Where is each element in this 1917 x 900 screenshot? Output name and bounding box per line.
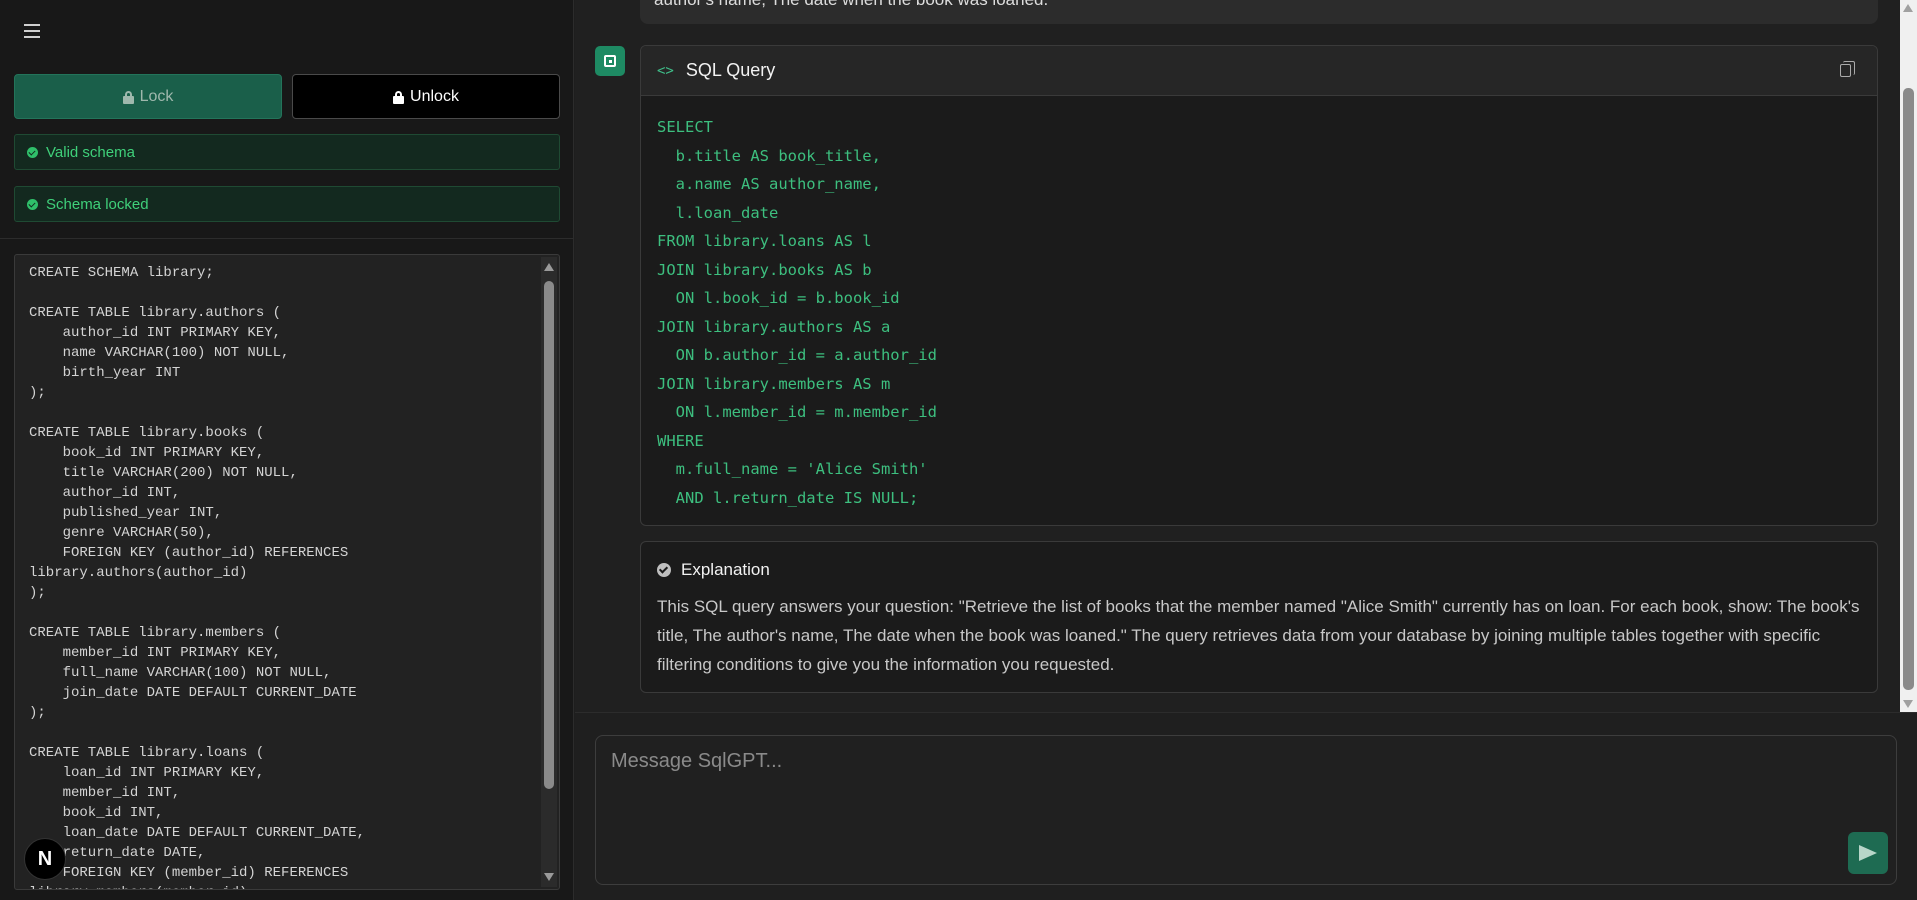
assistant-avatar bbox=[595, 46, 625, 76]
n-badge-letter: N bbox=[37, 847, 53, 870]
previous-message-text: author's name, The date when the book wa… bbox=[654, 0, 1048, 9]
scroll-up-arrow-icon[interactable] bbox=[544, 263, 554, 271]
scrollbar-thumb[interactable] bbox=[544, 281, 554, 789]
schema-editor[interactable]: CREATE SCHEMA library; CREATE TABLE libr… bbox=[14, 254, 560, 890]
sql-card-title: SQL Query bbox=[685, 60, 776, 80]
explanation-card: Explanation This SQL query answers your … bbox=[640, 541, 1878, 693]
schema-locked-status: Schema locked bbox=[14, 186, 560, 222]
send-button[interactable] bbox=[1848, 832, 1888, 874]
lock-icon bbox=[122, 90, 134, 104]
lock-button-row: Lock Unlock bbox=[14, 74, 560, 119]
menu-icon[interactable] bbox=[24, 24, 44, 40]
chat-panel: author's name, The date when the book wa… bbox=[575, 0, 1917, 900]
app-logo-icon bbox=[604, 55, 616, 67]
divider bbox=[0, 238, 574, 239]
message-input[interactable] bbox=[596, 736, 1896, 884]
sql-card-header: <> SQL Query bbox=[641, 46, 1877, 96]
lock-button-label: Lock bbox=[139, 87, 174, 105]
schema-editor-scrollbar[interactable] bbox=[541, 257, 557, 887]
lock-button[interactable]: Lock bbox=[14, 74, 282, 119]
schema-sidebar: Lock Unlock Valid schema Schema locked C… bbox=[0, 0, 574, 900]
scrollbar-thumb[interactable] bbox=[1903, 88, 1914, 690]
status-text: Valid schema bbox=[46, 143, 135, 161]
scroll-down-arrow-icon[interactable] bbox=[1903, 700, 1913, 708]
check-circle-icon bbox=[27, 198, 38, 210]
code-icon: <> bbox=[657, 62, 674, 79]
unlock-button-label: Unlock bbox=[410, 87, 459, 105]
check-circle-icon bbox=[27, 146, 38, 158]
schema-sql-text[interactable]: CREATE SCHEMA library; CREATE TABLE libr… bbox=[15, 255, 559, 889]
send-icon bbox=[1859, 845, 1877, 861]
chat-scrollbar[interactable] bbox=[1900, 0, 1917, 712]
explanation-text: This SQL query answers your question: "R… bbox=[657, 597, 1860, 674]
explanation-title: Explanation bbox=[681, 560, 770, 579]
explanation-header: Explanation bbox=[657, 560, 1861, 580]
copy-icon[interactable] bbox=[1840, 61, 1855, 77]
valid-schema-status: Valid schema bbox=[14, 134, 560, 170]
check-circle-icon bbox=[657, 563, 671, 577]
sql-code-block: SELECT b.title AS book_title, a.name AS … bbox=[657, 118, 937, 507]
scroll-up-arrow-icon[interactable] bbox=[1903, 4, 1913, 12]
unlock-button[interactable]: Unlock bbox=[292, 74, 560, 119]
scroll-down-arrow-icon[interactable] bbox=[544, 873, 554, 881]
previous-user-message: author's name, The date when the book wa… bbox=[640, 0, 1878, 24]
n-badge-button[interactable]: N bbox=[24, 838, 66, 880]
chat-thread[interactable]: author's name, The date when the book wa… bbox=[575, 0, 1900, 712]
sql-query-card: <> SQL Query SELECT b.title AS book_titl… bbox=[640, 45, 1878, 526]
message-composer bbox=[595, 735, 1897, 885]
status-text: Schema locked bbox=[46, 195, 149, 213]
unlock-icon bbox=[393, 90, 405, 104]
